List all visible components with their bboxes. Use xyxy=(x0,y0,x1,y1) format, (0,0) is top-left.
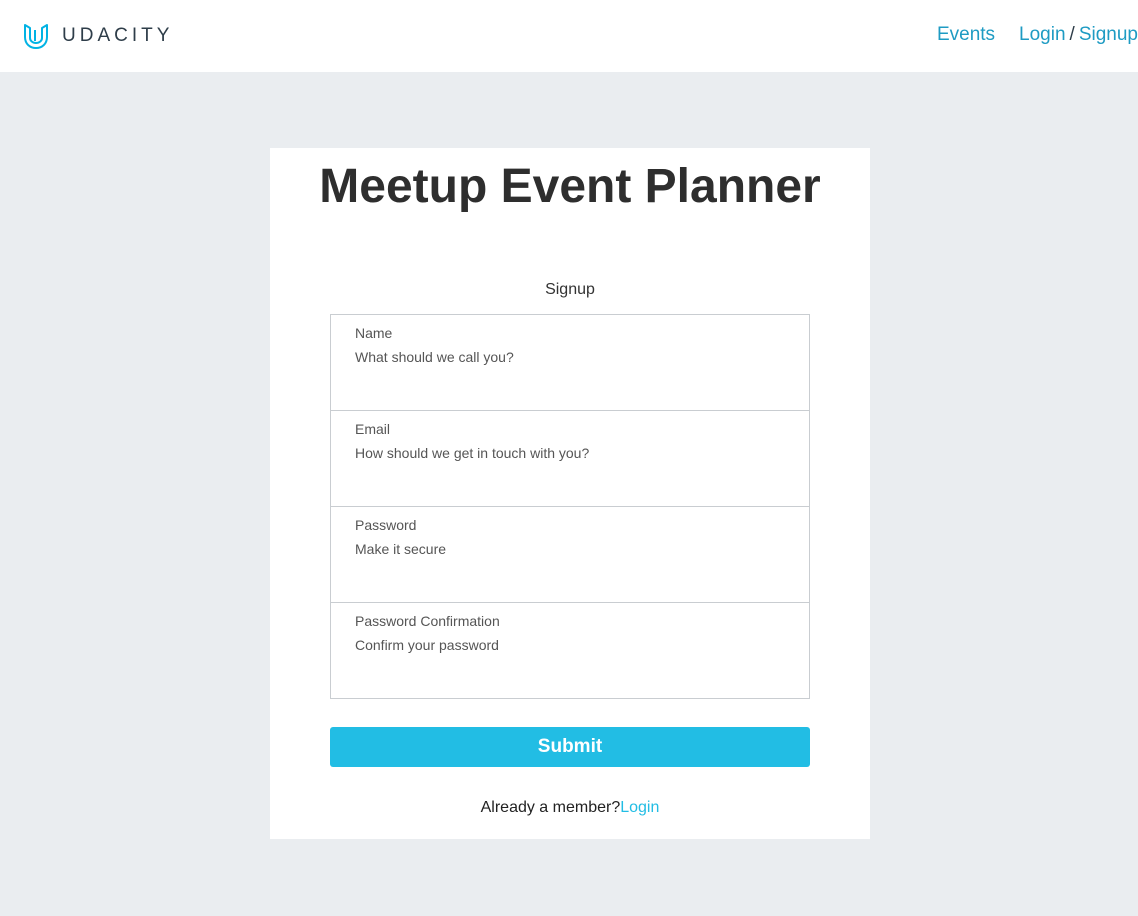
login-link[interactable]: Login xyxy=(620,799,659,816)
email-field-group: Email xyxy=(330,410,810,507)
email-input[interactable] xyxy=(355,445,785,461)
password-confirmation-input[interactable] xyxy=(355,637,785,653)
nav-login-link[interactable]: Login xyxy=(1019,24,1066,45)
udacity-logo[interactable]: UDACITY xyxy=(22,22,173,50)
page-subtitle: Signup xyxy=(545,281,595,298)
page-title: Meetup Event Planner xyxy=(319,160,821,213)
nav-events-link[interactable]: Events xyxy=(937,24,995,45)
nav-signup-link[interactable]: Signup xyxy=(1079,24,1138,45)
email-label: Email xyxy=(355,421,391,437)
password-label: Password xyxy=(355,517,417,533)
udacity-logo-icon xyxy=(24,24,48,49)
site-header: UDACITY Events Login / Signup xyxy=(0,0,1138,72)
top-nav: Events Login / Signup xyxy=(937,24,1138,46)
signup-card: Meetup Event Planner Signup Name Email P… xyxy=(270,148,870,839)
logo-wordmark: UDACITY xyxy=(62,25,174,46)
password-confirmation-label: Password Confirmation xyxy=(355,613,500,629)
password-input[interactable] xyxy=(355,541,785,557)
already-member-row: Already a member?Login xyxy=(270,799,870,817)
submit-button[interactable]: Submit xyxy=(330,727,810,767)
nav-separator: / xyxy=(1069,24,1075,45)
already-member-text: Already a member? xyxy=(480,799,621,816)
name-input[interactable] xyxy=(355,349,785,365)
name-field-group: Name xyxy=(330,314,810,411)
password-confirmation-field-group: Password Confirmation xyxy=(330,602,810,699)
name-label: Name xyxy=(355,325,393,341)
signup-form: Name Email Password Password Confirmatio… xyxy=(330,314,810,699)
password-field-group: Password xyxy=(330,506,810,603)
